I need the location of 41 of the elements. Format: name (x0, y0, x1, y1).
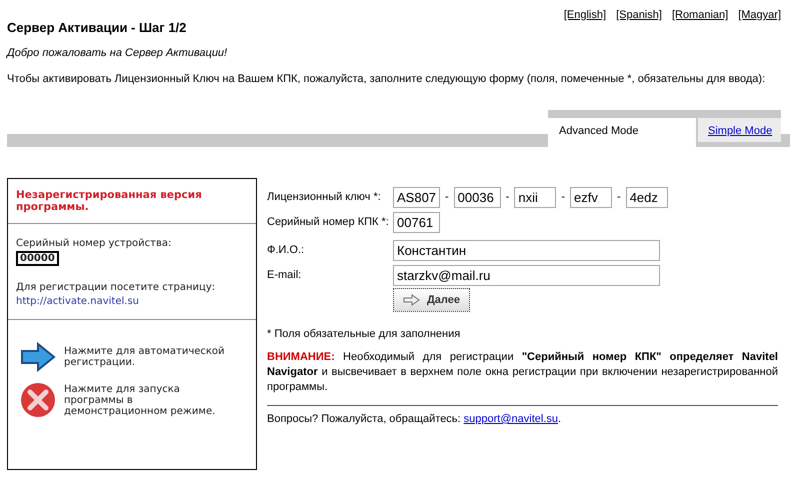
language-link[interactable]: [Romanian] (672, 9, 728, 21)
serial-field[interactable]: 00761 (393, 212, 440, 232)
period-text: . (558, 413, 562, 425)
close-icon (20, 382, 56, 418)
intro-text: Чтобы активировать Лицензионный Ключ на Вашем КПК, пожалуйста, заполните следующую форму (поля, помеченные *, обязательны для ввода): (7, 73, 766, 85)
license-key-field[interactable]: nxii (514, 186, 556, 208)
language-link[interactable]: [English] (564, 9, 606, 21)
separator-text: - (445, 191, 449, 203)
warning-text: ВНИМАНИЕ: Необходимый для регистрации "Серийный номер КПК" определяет Navitel Navigator и высвечивает в верхнем поле окна регистрации при включении незарегистрированной программы. (267, 350, 778, 395)
device-visit-label: Для регистрации посетите страницу: (16, 282, 216, 293)
required-note: * Поля обязательные для заполнения (267, 328, 462, 340)
separator-text: - (561, 191, 566, 203)
device-serial: 00000 (16, 251, 59, 266)
arrow-right-icon (402, 294, 421, 306)
name-field[interactable]: Константин (393, 240, 660, 260)
device-serial-label: Серийный номер устройства: (16, 238, 172, 249)
field-label: Ф.И.О.: (267, 244, 306, 256)
device-url: http://activate.navitel.su (16, 296, 140, 307)
email-field[interactable]: starzkv@mail.ru (393, 264, 660, 286)
separator-text: - (617, 191, 621, 203)
field-label: Лицензионный ключ *: (267, 191, 382, 203)
field-label: Серийный номер КПК *: (267, 216, 390, 228)
page-title: Сервер Активации - Шаг 1/2 (7, 20, 186, 35)
field-label: E-mail: (267, 269, 302, 281)
license-key-field[interactable]: ezfv (570, 186, 612, 208)
support-email-link[interactable]: support@navitel.su (464, 413, 558, 425)
device-heading: Незарегистрированная версия программы. (16, 189, 203, 213)
mode-tab[interactable]: Advanced Mode (548, 118, 696, 147)
license-key-field[interactable]: 4edz (626, 186, 668, 208)
language-link[interactable]: [Magyar] (738, 9, 781, 21)
next-button[interactable]: Далее (393, 288, 470, 312)
license-key-field[interactable]: AS807 (393, 186, 440, 208)
arrow-right-icon (20, 342, 56, 372)
contact-text: Вопросы? Пожалуйста, обращайтесь: (267, 413, 461, 425)
device-action-text: Нажмите для запуска программы в демонстрационном режиме. (64, 384, 216, 416)
separator-text: - (506, 191, 510, 203)
license-key-field[interactable]: 00036 (454, 186, 501, 208)
language-link[interactable]: [Spanish] (616, 9, 662, 21)
mode-tab[interactable]: Simple Mode (698, 118, 781, 142)
device-action-text: Нажмите для автоматической регистрации. (64, 346, 226, 368)
welcome-text: Добро пожаловать на Сервер Активации! (7, 47, 228, 59)
